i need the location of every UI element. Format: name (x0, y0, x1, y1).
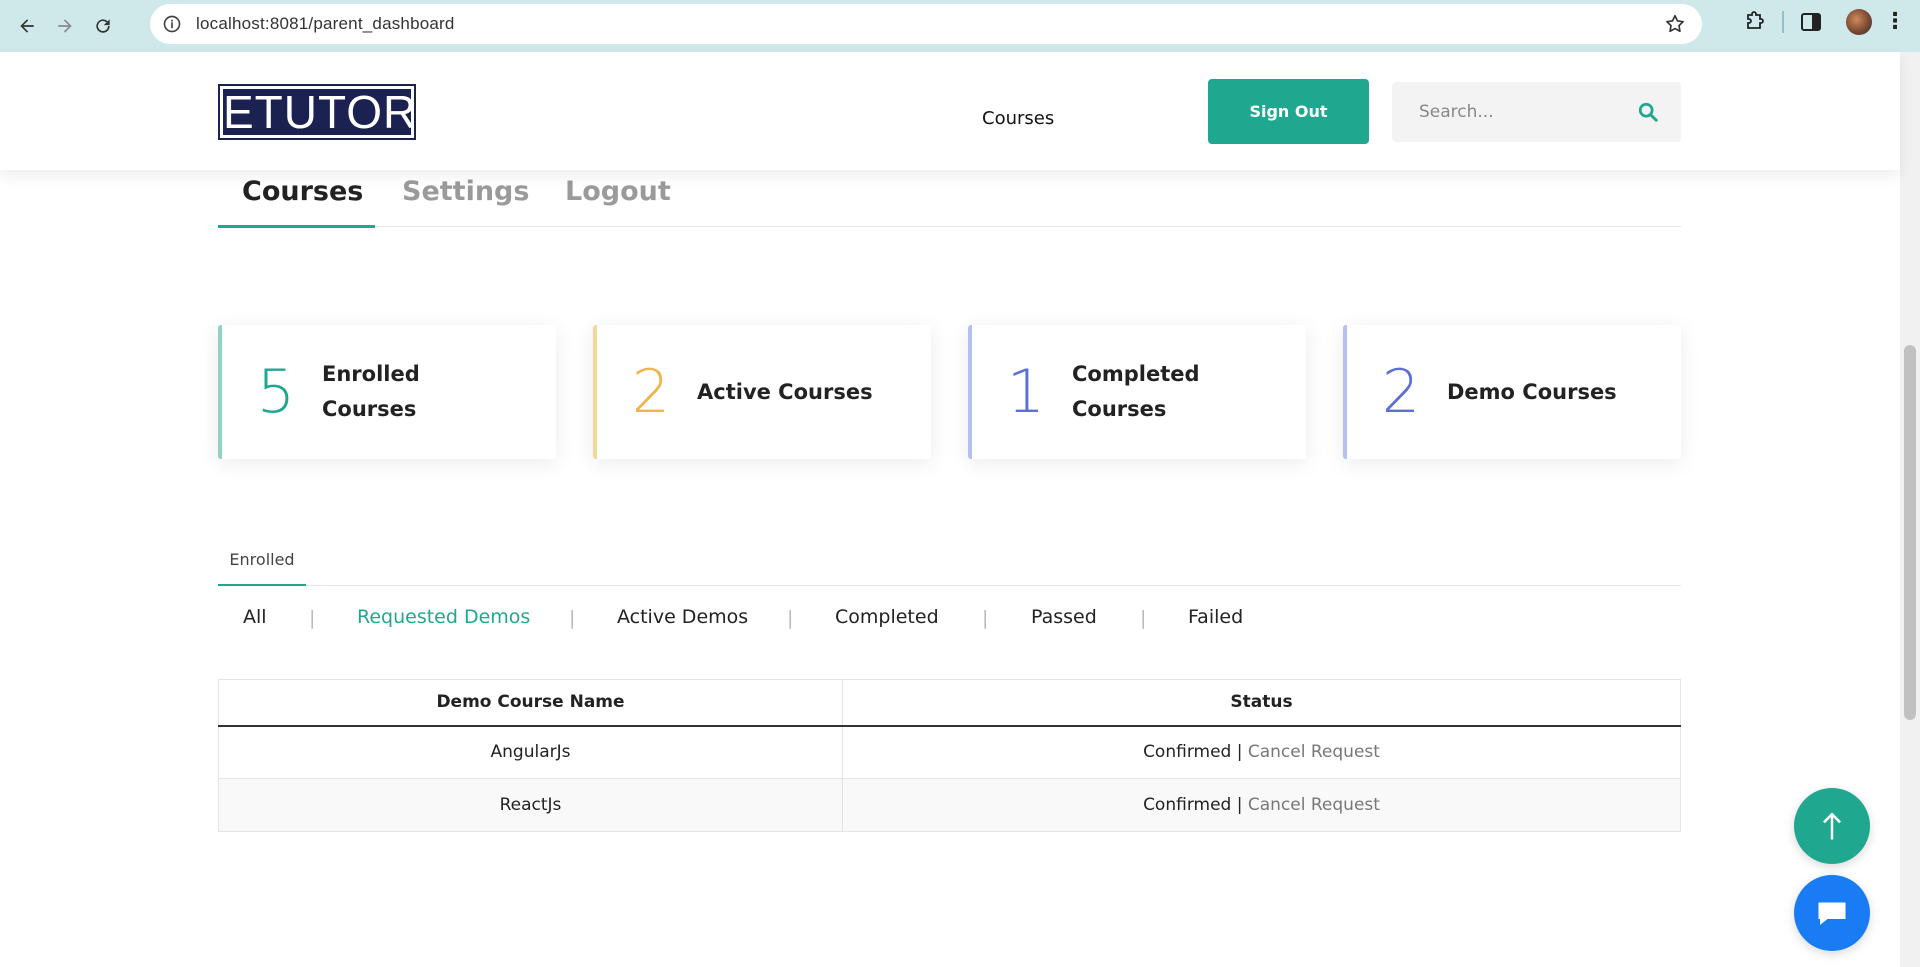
stat-label: Completed Courses (1072, 362, 1200, 421)
side-panel-icon (1801, 13, 1821, 31)
stat-card-active: 2 Active Courses (593, 325, 931, 459)
site-header: ETUTOR Courses Sign Out (0, 52, 1900, 170)
side-panel-button[interactable] (1798, 9, 1824, 35)
chat-icon (1818, 902, 1846, 925)
profile-avatar[interactable] (1846, 9, 1872, 35)
forward-button[interactable] (46, 7, 84, 45)
course-name-cell: AngularJs (218, 725, 843, 779)
nav-link-courses[interactable]: Courses (982, 108, 1054, 129)
filter-separator: | (787, 607, 794, 629)
filter-tab-completed[interactable]: Completed (835, 606, 939, 628)
table-row: ReactJs Confirmed | Cancel Request (218, 778, 1681, 832)
tab-settings[interactable]: Settings (402, 176, 529, 207)
stat-card-enrolled: 5 Enrolled Courses (218, 325, 556, 459)
arrow-right-icon (58, 19, 72, 33)
filter-tab-failed[interactable]: Failed (1188, 606, 1243, 628)
stat-card-completed: 1 Completed Courses (968, 325, 1306, 459)
scroll-to-top-button[interactable] (1794, 788, 1870, 864)
tab-enrolled[interactable]: Enrolled (218, 534, 306, 586)
status-separator: | (1236, 742, 1243, 763)
tab-logout[interactable]: Logout (565, 176, 671, 207)
reload-icon (96, 19, 110, 33)
stat-label: Active Courses (697, 379, 873, 404)
page-scrollbar[interactable] (1900, 52, 1920, 967)
filter-separator: | (982, 607, 989, 629)
extensions-button[interactable] (1742, 9, 1768, 35)
logo-text: ETUTOR (223, 86, 418, 138)
sign-out-button[interactable]: Sign Out (1208, 79, 1369, 144)
filter-tab-active-demos[interactable]: Active Demos (617, 606, 748, 628)
kebab-menu-icon[interactable]: ⋮ (1884, 11, 1906, 33)
filter-tab-requested-demos[interactable]: Requested Demos (357, 606, 530, 628)
scrollbar-thumb[interactable] (1904, 345, 1916, 720)
stat-value: 5 (256, 357, 296, 427)
status-text: Confirmed (1143, 795, 1232, 815)
enrolled-tab-row: Enrolled (218, 534, 1681, 586)
active-tab-indicator (218, 225, 375, 228)
table-row: AngularJs Confirmed | Cancel Request (218, 725, 1681, 779)
cancel-request-link[interactable]: Cancel Request (1248, 742, 1380, 762)
filter-tab-passed[interactable]: Passed (1031, 606, 1097, 628)
browser-actions: ⋮ (1732, 0, 1920, 44)
address-bar[interactable]: localhost:8081/parent_dashboard (150, 4, 1702, 44)
search-input[interactable] (1392, 82, 1622, 142)
stat-value: 2 (631, 357, 671, 427)
search-icon[interactable] (1637, 101, 1659, 123)
browser-toolbar: localhost:8081/parent_dashboard ⋮ (0, 0, 1920, 52)
info-icon[interactable] (162, 14, 182, 34)
filter-tab-all[interactable]: All (243, 606, 267, 628)
puzzle-icon (1747, 11, 1764, 29)
status-cell: Confirmed | Cancel Request (842, 725, 1681, 779)
toolbar-divider (1782, 11, 1784, 33)
url-text[interactable]: localhost:8081/parent_dashboard (196, 14, 455, 34)
filter-separator: | (1140, 607, 1147, 629)
column-header-status: Status (842, 679, 1681, 727)
dashboard-tabs: Courses Settings Logout (218, 170, 1681, 228)
tab-courses[interactable]: Courses (242, 176, 363, 207)
status-cell: Confirmed | Cancel Request (842, 778, 1681, 832)
search-box (1392, 82, 1681, 142)
chat-button[interactable] (1794, 875, 1870, 951)
star-icon[interactable] (1664, 13, 1686, 35)
filter-separator: | (309, 607, 316, 629)
table-header-row: Demo Course Name Status (218, 679, 1681, 727)
cancel-request-link[interactable]: Cancel Request (1248, 795, 1380, 815)
course-name-cell: ReactJs (218, 778, 843, 832)
stat-value: 2 (1381, 357, 1421, 427)
stat-card-demo: 2 Demo Courses (1343, 325, 1681, 459)
status-separator: | (1236, 795, 1243, 815)
filter-separator: | (569, 607, 576, 629)
status-text: Confirmed (1143, 742, 1232, 763)
back-button[interactable] (8, 7, 46, 45)
stat-label: Demo Courses (1447, 379, 1617, 404)
column-header-course: Demo Course Name (218, 679, 843, 727)
site-logo[interactable]: ETUTOR (218, 84, 416, 140)
reload-button[interactable] (84, 7, 122, 45)
demo-courses-table: Demo Course Name Status AngularJs Confir… (218, 679, 1681, 832)
stat-value: 1 (1006, 357, 1046, 427)
stat-label: Enrolled Courses (322, 362, 420, 421)
arrow-left-icon (20, 19, 34, 33)
arrow-up-icon (1823, 812, 1841, 840)
